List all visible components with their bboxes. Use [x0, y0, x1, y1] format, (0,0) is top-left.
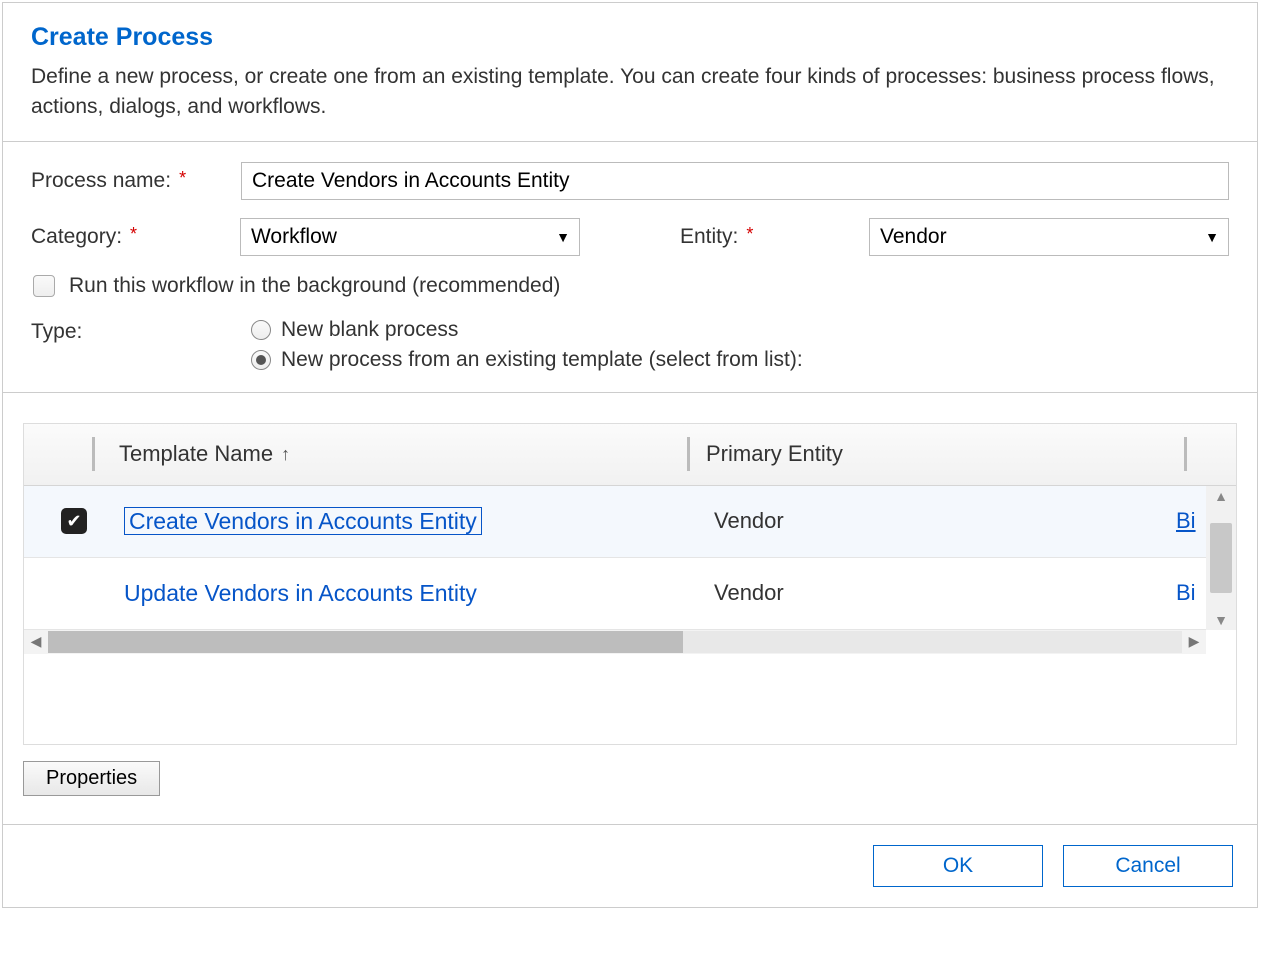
entity-select[interactable]: Vendor: [869, 218, 1229, 256]
background-checkbox[interactable]: [33, 275, 55, 297]
type-option-template-label: New process from an existing template (s…: [281, 348, 803, 372]
column-template-name[interactable]: Template Name ↑: [119, 441, 687, 467]
grid-header: Template Name ↑ Primary Entity: [24, 424, 1236, 486]
properties-button[interactable]: Properties: [23, 761, 160, 796]
type-option-template[interactable]: New process from an existing template (s…: [251, 348, 803, 372]
create-process-dialog: Create Process Define a new process, or …: [2, 2, 1258, 908]
form-area: Process name: * Category: * Workflow ▼ E…: [3, 142, 1257, 403]
process-name-row: Process name: *: [31, 162, 1229, 200]
type-option-blank-label: New blank process: [281, 318, 458, 342]
row-primary-cell: Vendor: [714, 508, 1176, 534]
row-owner-cell: Bi: [1176, 580, 1206, 606]
row-template-cell: Update Vendors in Accounts Entity: [124, 580, 714, 607]
scrollbar-thumb[interactable]: [1210, 523, 1232, 593]
background-checkbox-label: Run this workflow in the background (rec…: [69, 274, 560, 298]
category-select-wrap: Workflow ▼: [240, 218, 580, 256]
template-link[interactable]: Create Vendors in Accounts Entity: [124, 507, 482, 535]
type-label: Type:: [31, 318, 251, 344]
column-primary-entity-label: Primary Entity: [706, 441, 843, 467]
type-row: Type: New blank process New process from…: [31, 318, 1229, 372]
arrow-down-icon: ▼: [1214, 612, 1228, 628]
owner-link[interactable]: Bi: [1176, 508, 1196, 533]
entity-select-wrap: Vendor ▼: [869, 218, 1229, 256]
horizontal-scrollbar[interactable]: ◀ ▶: [24, 630, 1206, 654]
template-grid: Template Name ↑ Primary Entity ✔ Create …: [23, 423, 1237, 745]
column-primary-entity[interactable]: Primary Entity: [690, 441, 1184, 467]
column-separator-icon: [1184, 437, 1187, 471]
arrow-up-icon: ▲: [1214, 488, 1228, 504]
category-label-text: Category:: [31, 225, 122, 249]
entity-label-text: Entity:: [680, 225, 738, 249]
row-checkbox-cell: ✔: [24, 508, 124, 534]
required-asterisk-icon: *: [179, 168, 186, 189]
row-primary-cell: Vendor: [714, 580, 1176, 606]
column-owner[interactable]: [1184, 437, 1236, 471]
type-radio-group: New blank process New process from an ex…: [251, 318, 803, 372]
dialog-description: Define a new process, or create one from…: [31, 62, 1229, 123]
check-icon: ✔: [66, 511, 81, 532]
type-option-blank[interactable]: New blank process: [251, 318, 803, 342]
category-label: Category: *: [31, 225, 240, 249]
arrow-right-icon: ▶: [1182, 633, 1206, 650]
process-name-input[interactable]: [241, 162, 1229, 200]
entity-label: Entity: *: [680, 225, 869, 249]
column-template-name-label: Template Name: [119, 441, 273, 467]
row-checkbox[interactable]: ✔: [61, 508, 87, 534]
scrollbar-track[interactable]: [48, 631, 1182, 653]
template-link[interactable]: Update Vendors in Accounts Entity: [124, 580, 477, 606]
scrollbar-thumb[interactable]: [48, 631, 683, 653]
background-checkbox-row: Run this workflow in the background (rec…: [31, 274, 1229, 298]
grid-footer: [24, 654, 1236, 744]
category-select[interactable]: Workflow: [240, 218, 580, 256]
radio-icon: [251, 350, 271, 370]
process-name-label-text: Process name:: [31, 169, 171, 193]
row-owner-cell: Bi: [1176, 508, 1206, 534]
cancel-button[interactable]: Cancel: [1063, 845, 1233, 887]
category-entity-row: Category: * Workflow ▼ Entity: * Vendor …: [31, 218, 1229, 256]
required-asterisk-icon: *: [746, 224, 753, 245]
arrow-left-icon: ◀: [24, 633, 48, 650]
row-template-cell: Create Vendors in Accounts Entity: [124, 508, 714, 535]
table-row[interactable]: ✔ Create Vendors in Accounts Entity Vend…: [24, 486, 1206, 558]
owner-link[interactable]: Bi: [1176, 580, 1196, 605]
dialog-title: Create Process: [31, 23, 1229, 52]
required-asterisk-icon: *: [130, 224, 137, 245]
column-separator-icon: [92, 437, 95, 471]
grid-body: ✔ Create Vendors in Accounts Entity Vend…: [24, 486, 1236, 630]
dialog-header: Create Process Define a new process, or …: [3, 3, 1257, 141]
grid-header-check[interactable]: [24, 424, 119, 485]
ok-button[interactable]: OK: [873, 845, 1043, 887]
process-name-label: Process name: *: [31, 169, 241, 193]
radio-icon: [251, 320, 271, 340]
vertical-scrollbar[interactable]: ▲ ▼: [1206, 486, 1236, 630]
sort-ascending-icon: ↑: [281, 444, 290, 465]
table-row[interactable]: Update Vendors in Accounts Entity Vendor…: [24, 558, 1206, 630]
dialog-button-bar: OK Cancel: [3, 824, 1257, 907]
divider: [3, 392, 1257, 393]
